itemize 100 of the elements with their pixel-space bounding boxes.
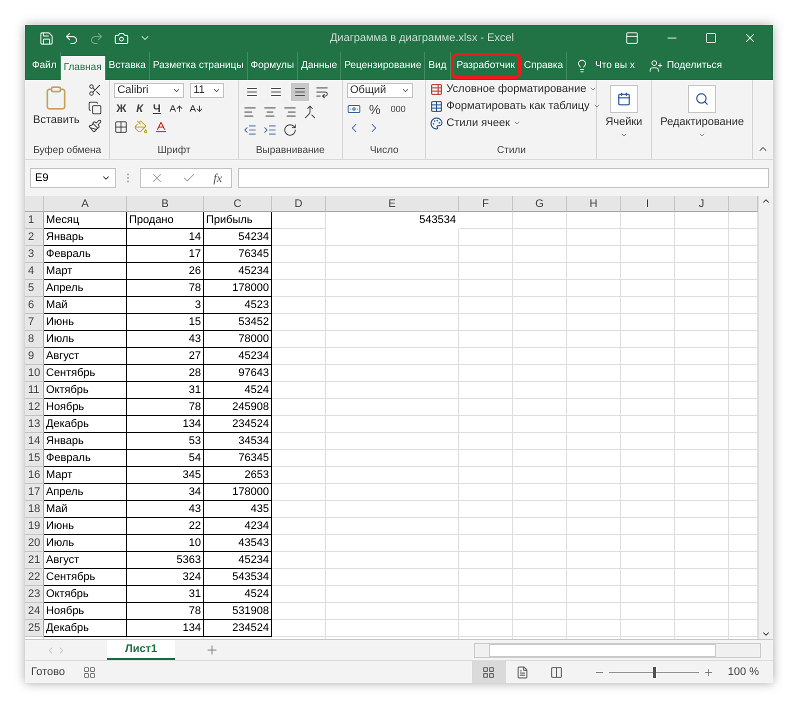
font-style-button[interactable]: Ч: [151, 102, 163, 115]
table-cell: Март: [44, 467, 127, 484]
row-header[interactable]: 23: [25, 586, 44, 604]
row-header[interactable]: 20: [25, 535, 44, 552]
column-header[interactable]: C: [204, 196, 272, 212]
table-cell: Август: [44, 552, 127, 570]
formula-input[interactable]: [238, 168, 769, 188]
orientation-icon[interactable]: [282, 122, 297, 137]
font-color-icon[interactable]: [154, 120, 168, 134]
font-size-field[interactable]: 11: [190, 82, 224, 98]
row-header[interactable]: 7: [25, 314, 44, 332]
row-header[interactable]: 18: [25, 501, 44, 518]
view-button[interactable]: [472, 661, 506, 683]
zoom-in-icon[interactable]: [702, 666, 714, 678]
row-header[interactable]: 11: [25, 382, 44, 400]
row-header[interactable]: 3: [25, 246, 44, 264]
row-header[interactable]: 5: [25, 280, 44, 298]
styles-menu-button[interactable]: Форматировать как таблицу: [430, 100, 601, 113]
editing-button[interactable]: Редактирование: [656, 82, 748, 160]
fill-color-icon[interactable]: [134, 120, 148, 134]
row-header[interactable]: 12: [25, 399, 44, 416]
table-cell: Май: [44, 501, 127, 518]
column-header[interactable]: G: [513, 196, 567, 212]
align-vertical-button[interactable]: [290, 82, 309, 101]
table-cell: 34534: [204, 433, 272, 450]
table-cell: 53: [127, 433, 204, 450]
table-cell: 54: [127, 450, 204, 468]
table-cell: 543534: [326, 212, 459, 230]
palette-icon: [430, 116, 444, 130]
column-header[interactable]: E: [326, 196, 459, 212]
paste-button[interactable]: Вставить: [29, 82, 84, 146]
ribbon-tab[interactable]: Главная: [60, 56, 106, 80]
horizontal-scrollbar[interactable]: [474, 642, 761, 658]
styles-menu-button[interactable]: Стили ячеек: [430, 116, 521, 130]
share-button[interactable]: Поделиться: [644, 52, 726, 80]
column-header[interactable]: A: [44, 196, 127, 212]
align-center-icon[interactable]: [262, 104, 277, 119]
align-right-icon[interactable]: [282, 104, 297, 119]
table-cell: 22: [127, 518, 204, 536]
maximize-icon[interactable]: [705, 32, 717, 44]
zoom-thumb[interactable]: [652, 666, 656, 678]
save-icon[interactable]: [39, 30, 54, 46]
row-header[interactable]: 25: [25, 620, 44, 638]
camera-icon[interactable]: [114, 30, 129, 46]
insert-function-button[interactable]: fx: [213, 170, 222, 186]
cells-button[interactable]: Ячейки: [601, 82, 646, 160]
table-cell: Октябрь: [44, 382, 127, 400]
table-cell: 4524: [204, 586, 272, 604]
row-header[interactable]: 22: [25, 569, 44, 586]
font-style-button[interactable]: К: [134, 102, 146, 115]
thousands-button[interactable]: 000: [388, 104, 408, 114]
align-left-icon[interactable]: [242, 104, 257, 119]
row-header[interactable]: 8: [25, 331, 44, 348]
table-icon: [430, 100, 444, 113]
table-cell: Август: [44, 348, 127, 366]
number-format-field[interactable]: Общий: [347, 82, 413, 98]
column-header[interactable]: H: [567, 196, 621, 212]
row-header[interactable]: 9: [25, 348, 44, 366]
column-header[interactable]: F: [459, 196, 513, 212]
indent-decrease-icon[interactable]: [242, 122, 257, 137]
row-header[interactable]: 6: [25, 297, 44, 314]
wrap-text-icon[interactable]: [314, 84, 329, 99]
cut-icon[interactable]: [88, 82, 102, 97]
column-header[interactable]: D: [272, 196, 326, 212]
merge-icon[interactable]: [302, 104, 317, 119]
name-box[interactable]: E9: [30, 168, 116, 188]
percent-button[interactable]: %: [367, 102, 383, 117]
table-cell: 4524: [204, 382, 272, 400]
row-header[interactable]: 10: [25, 365, 44, 382]
format-painter-icon[interactable]: [88, 118, 102, 133]
row-header[interactable]: 17: [25, 484, 44, 502]
row-header[interactable]: 15: [25, 450, 44, 468]
add-sheet-icon[interactable]: [205, 643, 220, 657]
table-cell: 178000: [204, 280, 272, 298]
tell-me-field[interactable]: Что вы х: [595, 60, 635, 72]
row-header[interactable]: 13: [25, 416, 44, 434]
row-header[interactable]: 24: [25, 603, 44, 620]
row-header[interactable]: 16: [25, 467, 44, 484]
indent-increase-icon[interactable]: [262, 122, 277, 137]
borders-icon[interactable]: [114, 120, 128, 134]
ribbon-display-icon[interactable]: [625, 31, 639, 46]
table-icon: [430, 82, 444, 96]
row-header[interactable]: 4: [25, 263, 44, 280]
styles-menu-button[interactable]: Условное форматирование: [430, 82, 598, 96]
table-cell: Июнь: [44, 314, 127, 332]
row-header[interactable]: 21: [25, 552, 44, 570]
font-style-button[interactable]: Ж: [114, 102, 128, 115]
column-header[interactable]: J: [675, 196, 729, 212]
copy-icon[interactable]: [88, 100, 102, 115]
undo-icon[interactable]: [64, 30, 79, 46]
column-header[interactable]: I: [621, 196, 675, 212]
vertical-scrollbar[interactable]: [758, 196, 773, 639]
table-cell: 76345: [204, 246, 272, 264]
sheet-tab[interactable]: Лист1: [107, 640, 176, 660]
font-name-field[interactable]: Calibri: [114, 82, 184, 98]
row-header[interactable]: 14: [25, 433, 44, 450]
row-header[interactable]: 1: [25, 212, 44, 230]
column-header[interactable]: B: [127, 196, 204, 212]
row-header[interactable]: 19: [25, 518, 44, 536]
row-header[interactable]: 2: [25, 229, 44, 246]
